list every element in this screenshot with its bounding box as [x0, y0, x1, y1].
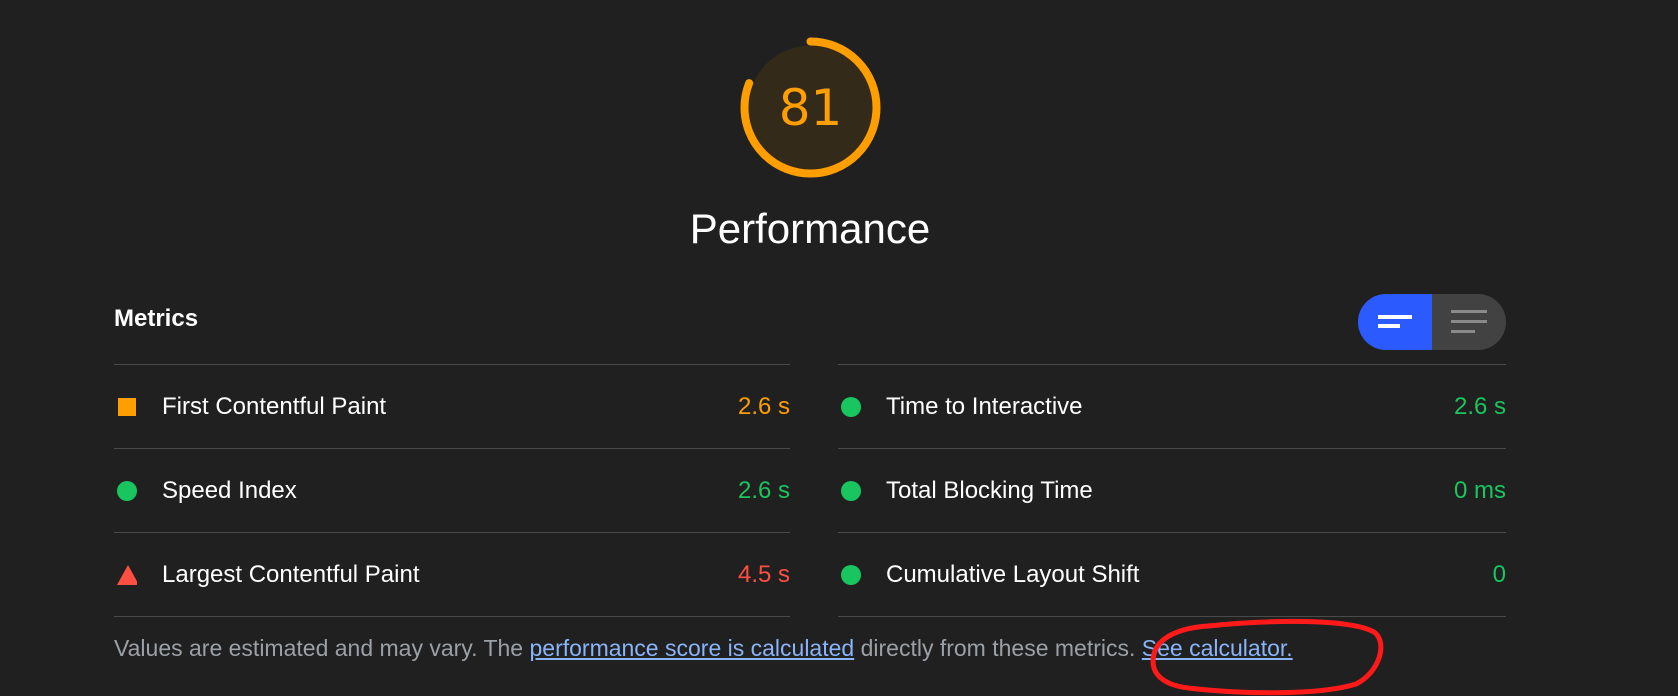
metric-value: 2.6 s	[737, 392, 790, 420]
metrics-column-right: Time to Interactive 2.6 s Total Blocking…	[838, 364, 1506, 617]
metric-row: Speed Index 2.6 s	[114, 448, 790, 532]
footer-text: directly from these metrics.	[854, 635, 1142, 661]
view-toggle[interactable]	[1358, 294, 1506, 350]
metric-row: Total Blocking Time 0 ms	[838, 448, 1506, 532]
metric-label: Time to Interactive	[886, 392, 1083, 420]
metric-label: Largest Contentful Paint	[162, 560, 420, 588]
red-triangle-icon	[117, 564, 137, 585]
footer-text: Values are estimated and may vary. The	[114, 635, 530, 661]
footer-note: Values are estimated and may vary. The p…	[114, 635, 1293, 662]
summary-view-icon	[1378, 315, 1412, 328]
metric-value: 0	[1492, 560, 1506, 588]
green-circle-icon	[841, 396, 861, 417]
metric-value: 4.5 s	[737, 560, 790, 588]
metrics-header: Metrics	[114, 305, 199, 332]
detail-view-icon	[1451, 310, 1487, 333]
gauge-score: 81	[778, 78, 843, 137]
metric-label: First Contentful Paint	[162, 392, 387, 420]
metric-value: 2.6 s	[1453, 392, 1506, 420]
metric-row: First Contentful Paint 2.6 s	[114, 364, 790, 448]
metrics-column-left: First Contentful Paint 2.6 s Speed Index…	[114, 364, 790, 617]
metric-label: Total Blocking Time	[886, 476, 1093, 504]
metric-value: 2.6 s	[737, 476, 790, 504]
summary-view-button[interactable]	[1358, 294, 1432, 350]
green-circle-icon	[841, 564, 861, 585]
see-calculator-link[interactable]: See calculator.	[1142, 635, 1293, 661]
green-circle-icon	[117, 480, 137, 501]
orange-square-icon	[117, 397, 137, 417]
metric-row: Cumulative Layout Shift 0	[838, 532, 1506, 617]
score-calculation-link[interactable]: performance score is calculated	[529, 635, 854, 661]
metric-row: Largest Contentful Paint 4.5 s	[114, 532, 790, 617]
metric-row: Time to Interactive 2.6 s	[838, 364, 1506, 448]
performance-gauge: 81	[738, 35, 883, 180]
metric-label: Speed Index	[162, 476, 297, 504]
detail-view-button[interactable]	[1432, 294, 1506, 350]
gauge-title: Performance	[689, 205, 931, 252]
lighthouse-report: 81 Performance Metrics First Contentful …	[0, 0, 1678, 696]
metric-label: Cumulative Layout Shift	[886, 560, 1140, 588]
metric-value: 0 ms	[1453, 476, 1506, 504]
green-circle-icon	[841, 480, 861, 501]
